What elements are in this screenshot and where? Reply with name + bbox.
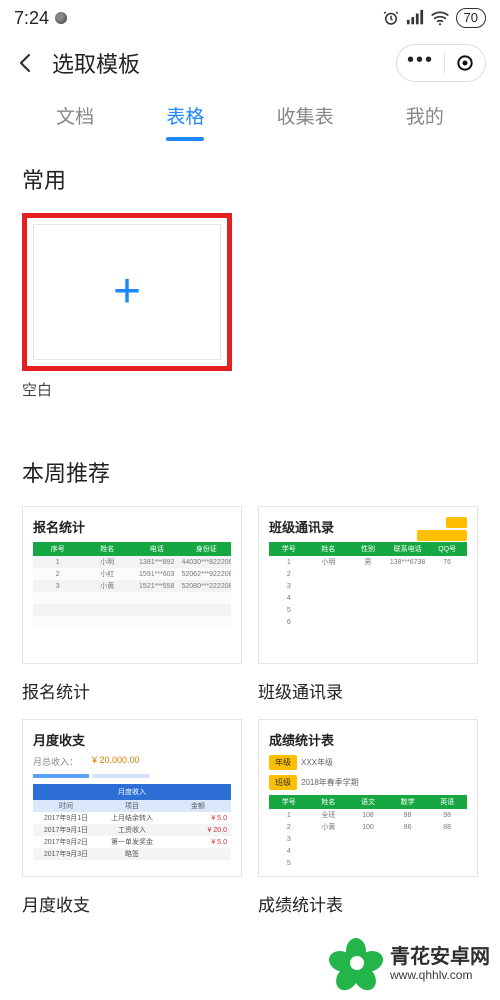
section-recommend: 本周推荐 报名统计 序号姓名电话身份证 1小明1381***89244030**… — [0, 400, 500, 916]
template-thumb: 成绩统计表 年级XXX年级 班级2018年春季学期 学号姓名语文数学英语 1全班… — [258, 719, 478, 877]
template-label: 月度收支 — [22, 891, 242, 916]
category-tabs: 文档 表格 收集表 我的 — [0, 90, 500, 141]
blank-template-label: 空白 — [22, 379, 232, 400]
section-title-frequent: 常用 — [22, 163, 478, 195]
back-icon[interactable] — [14, 51, 38, 75]
watermark: 青花安卓网 www.qhhlv.com — [328, 936, 490, 992]
battery-indicator: 70 — [456, 8, 486, 28]
notification-dot-icon — [55, 12, 67, 24]
clock: 7:24 — [14, 8, 49, 29]
divider — [444, 52, 445, 74]
blank-template-highlight: + — [22, 213, 232, 371]
tab-mine[interactable]: 我的 — [402, 94, 448, 141]
thumb-title: 报名统计 — [33, 517, 231, 536]
section-frequent: 常用 + 空白 — [0, 141, 500, 400]
status-bar: 7:24 70 — [0, 0, 500, 36]
tab-form[interactable]: 收集表 — [273, 94, 338, 141]
more-icon[interactable]: ••• — [407, 60, 434, 66]
alarm-icon — [382, 9, 400, 27]
template-card-class-contacts[interactable]: 班级通讯录 学号姓名性别联系电话QQ号 1小明男138***673876 2 3… — [258, 506, 478, 703]
template-thumb: 报名统计 序号姓名电话身份证 1小明1381***89244030***8222… — [22, 506, 242, 664]
template-thumb: 班级通讯录 学号姓名性别联系电话QQ号 1小明男138***673876 2 3… — [258, 506, 478, 664]
thumb-title: 班级通讯录 — [269, 517, 334, 536]
plus-icon: + — [113, 268, 141, 316]
thumb-title: 成绩统计表 — [269, 730, 467, 749]
tab-spreadsheet[interactable]: 表格 — [162, 94, 208, 141]
blank-template-card[interactable]: + 空白 — [22, 213, 232, 400]
signal-icon — [406, 9, 424, 27]
template-card-monthly-budget[interactable]: 月度收支 月总收入： ¥ 20,000.00 月度收入 时间项目金额 2017年… — [22, 719, 242, 916]
template-thumb: 月度收支 月总收入： ¥ 20,000.00 月度收入 时间项目金额 2017年… — [22, 719, 242, 877]
page-title: 选取模板 — [52, 47, 140, 79]
close-target-icon[interactable] — [455, 53, 475, 73]
flower-logo-icon — [328, 936, 384, 992]
badge-icon — [446, 517, 467, 528]
template-card-signup-stats[interactable]: 报名统计 序号姓名电话身份证 1小明1381***89244030***8222… — [22, 506, 242, 703]
page-header: 选取模板 ••• — [0, 36, 500, 90]
wifi-icon — [430, 9, 450, 27]
template-card-score-stats[interactable]: 成绩统计表 年级XXX年级 班级2018年春季学期 学号姓名语文数学英语 1全班… — [258, 719, 478, 916]
template-label: 报名统计 — [22, 678, 242, 703]
thumb-title: 月度收支 — [33, 730, 231, 749]
mini-program-actions: ••• — [396, 44, 486, 82]
template-label: 成绩统计表 — [258, 891, 478, 916]
tab-document[interactable]: 文档 — [52, 94, 98, 141]
section-title-recommend: 本周推荐 — [22, 456, 478, 488]
badge-icon — [417, 530, 467, 541]
watermark-name: 青花安卓网 — [390, 946, 490, 969]
watermark-url: www.qhhlv.com — [390, 969, 490, 983]
template-label: 班级通讯录 — [258, 678, 478, 703]
